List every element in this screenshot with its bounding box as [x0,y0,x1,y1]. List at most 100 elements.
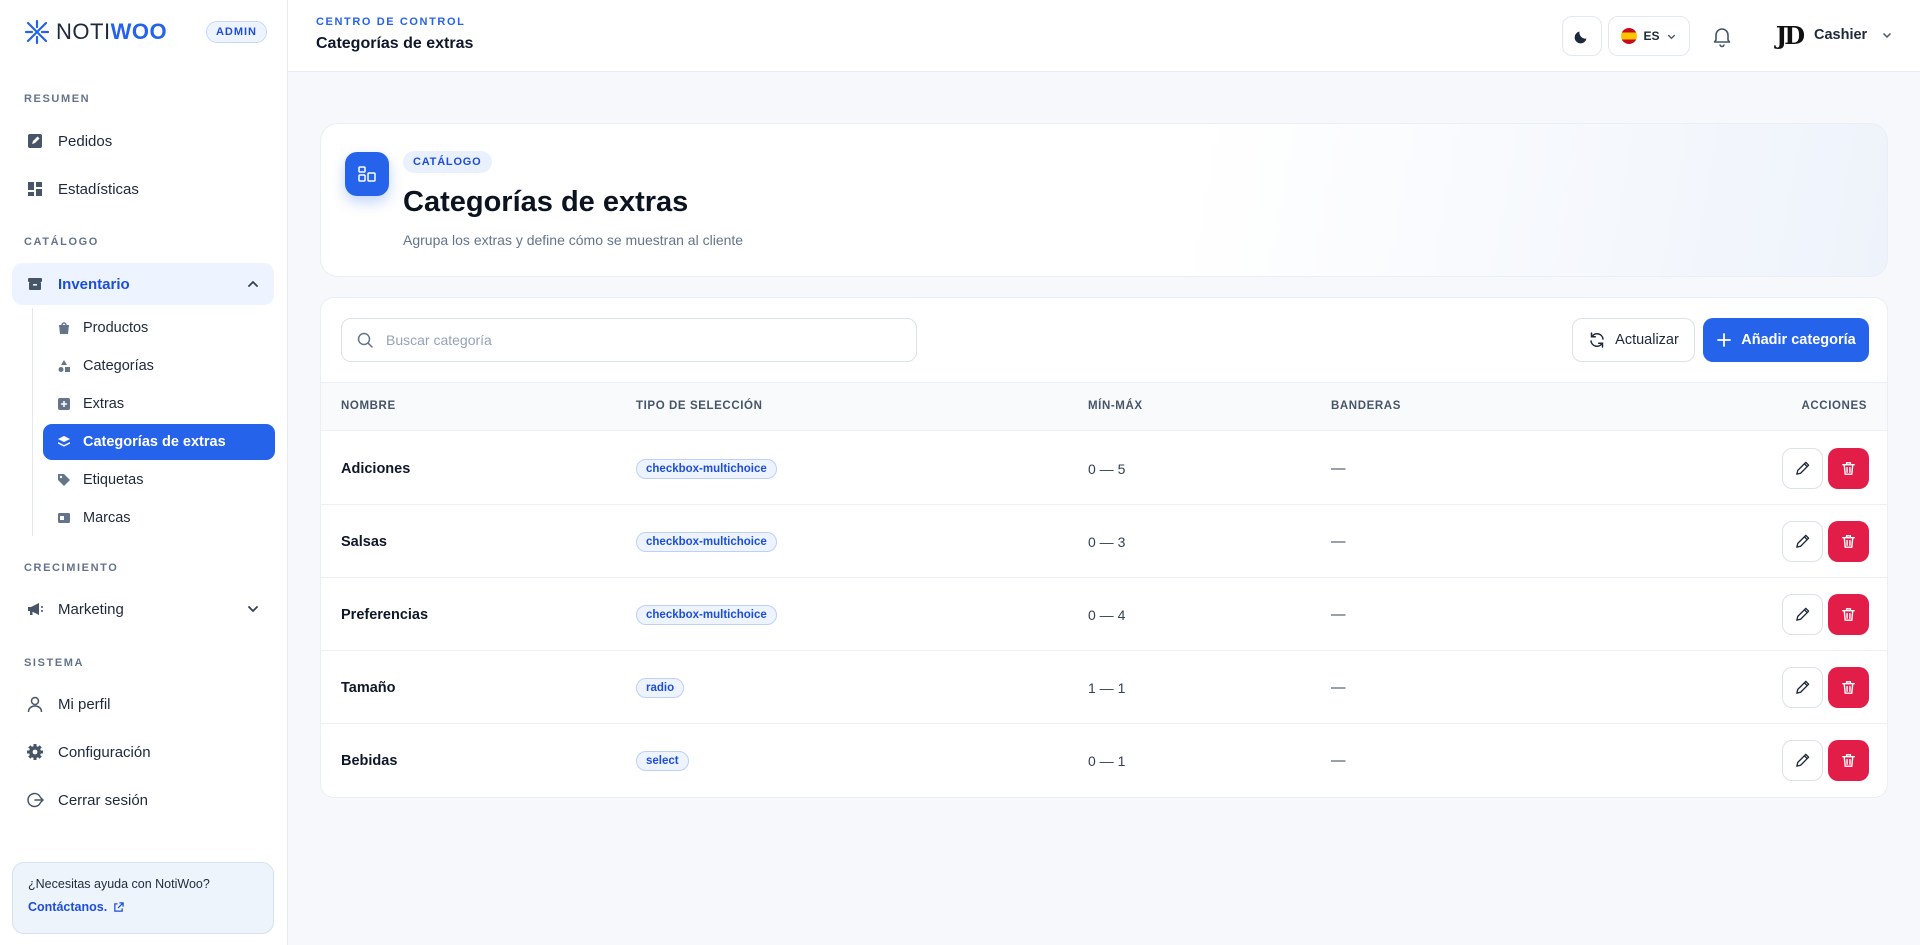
selection-type-chip: checkbox-multichoice [636,458,777,479]
table-row[interactable]: Tamaño radio 1 — 1 — [321,651,1887,724]
column-header-range[interactable]: MÍN-MÁX [1088,400,1143,412]
language-code: ES [1643,29,1660,43]
sidebar-item-label: Mi perfil [58,695,111,713]
tag-icon [58,474,70,486]
chevron-down-icon [1883,32,1892,39]
megaphone-icon [28,603,43,615]
sidebar-item-marketing[interactable]: Marketing [12,588,274,630]
row-flags: — [1331,460,1346,477]
dashboard-icon [28,182,42,196]
delete-button[interactable] [1828,521,1869,562]
bell-icon[interactable] [1710,24,1734,48]
selection-type-chip: checkbox-multichoice [636,604,777,625]
row-range: 1 — 1 [1088,679,1126,696]
delete-button[interactable] [1828,448,1869,489]
trash-icon [1842,462,1855,475]
search-placeholder: Buscar categoría [386,332,492,348]
sidebar-item-inventory[interactable]: Inventario [12,263,274,305]
trash-icon [1842,535,1855,548]
selection-type-chip: select [636,750,689,771]
sidebar-item-label: Marketing [58,600,124,618]
pencil-icon [1796,534,1810,548]
user-icon [27,696,43,713]
help-box: ¿Necesitas ayuda con NotiWoo? Contáctano… [12,862,274,934]
edit-button[interactable] [1782,594,1823,635]
spain-flag-icon [1621,28,1638,44]
sidebar-item-brands[interactable]: Marcas [43,500,275,536]
admin-badge: ADMIN [205,21,267,43]
breadcrumb-kicker: CENTRO DE CONTROL [316,16,466,28]
sidebar-item-label: Cerrar sesión [58,791,149,809]
row-range: 0 — 4 [1088,606,1126,623]
column-header-name[interactable]: NOMBRE [341,400,396,412]
pencil-icon [1796,461,1810,475]
page-subtitle: Agrupa los extras y define cómo se muest… [403,232,744,248]
delete-button[interactable] [1828,667,1869,708]
sidebar-item-logout[interactable]: Cerrar sesión [12,779,274,821]
table-row[interactable]: Preferencias checkbox-multichoice 0 — 4 … [321,578,1887,651]
delete-button[interactable] [1828,740,1869,781]
sidebar-item-label: Configuración [58,743,151,761]
brand-name: NOTIWOO [56,19,168,44]
sidebar-item-stats[interactable]: Estadísticas [12,168,274,210]
column-header-type[interactable]: TIPO DE SELECCIÓN [636,400,763,412]
edit-button[interactable] [1782,740,1823,781]
row-type: radio [636,651,685,724]
contact-link[interactable]: Contáctanos. [28,900,258,914]
edit-button[interactable] [1782,521,1823,562]
refresh-button[interactable]: Actualizar [1572,318,1695,362]
row-name: Tamaño [341,679,396,696]
row-type: select [636,724,689,797]
user-menu[interactable]: JD Cashier [1772,18,1893,52]
row-type: checkbox-multichoice [636,505,777,578]
topbar: CENTRO DE CONTROL Categorías de extras E… [288,0,1920,72]
layers-icon [58,436,70,447]
sidebar-item-extra-categories[interactable]: Categorías de extras [43,424,275,460]
row-flags: — [1331,533,1346,550]
table-row[interactable]: Salsas checkbox-multichoice 0 — 3 — [321,505,1887,578]
language-selector[interactable]: ES [1608,16,1690,56]
table-row[interactable]: Adiciones checkbox-multichoice 0 — 5 — [321,432,1887,505]
pencil-icon [1796,753,1810,767]
page-header-card: CATÁLOGO Categorías de extras Agrupa los… [320,123,1888,277]
trash-icon [1842,754,1855,767]
pencil-icon [1796,607,1810,621]
shapes-icon [58,360,70,372]
delete-button[interactable] [1828,594,1869,635]
logout-icon [27,792,44,808]
add-category-label: Añadir categoría [1741,332,1856,348]
add-category-button[interactable]: Añadir categoría [1703,318,1869,362]
plus-square-icon [58,398,70,410]
refresh-label: Actualizar [1615,332,1679,348]
nav-section-summary: RESUMEN [24,93,91,105]
row-name: Salsas [341,533,387,550]
clipboard-edit-icon [28,134,42,148]
sidebar-item-extras[interactable]: Extras [43,386,275,422]
sidebar-item-products[interactable]: Productos [43,310,275,346]
row-range: 0 — 3 [1088,533,1126,550]
sidebar-item-profile[interactable]: Mi perfil [12,683,274,725]
sidebar-item-label: Inventario [58,275,130,293]
table-row[interactable]: Bebidas select 0 — 1 — [321,724,1887,797]
row-name: Bebidas [341,752,398,769]
sidebar-item-label: Pedidos [58,132,113,150]
sidebar-item-label: Categorías de extras [83,434,226,450]
theme-toggle-button[interactable] [1562,16,1602,56]
search-input[interactable]: Buscar categoría [341,318,917,362]
column-header-actions: ACCIONES [1801,400,1867,412]
user-name: Cashier [1814,27,1868,43]
archive-box-icon [28,278,42,290]
edit-button[interactable] [1782,448,1823,489]
column-header-flags[interactable]: BANDERAS [1331,400,1401,412]
categories-table-card: Buscar categoría Actualizar Añadir categ… [320,297,1888,798]
sidebar-item-label: Productos [83,320,149,336]
brand-logo-link[interactable]: NOTIWOO [24,19,167,45]
sidebar-item-label: Etiquetas [83,472,144,488]
edit-button[interactable] [1782,667,1823,708]
sidebar-item-settings[interactable]: Configuración [12,731,274,773]
sidebar-item-orders[interactable]: Pedidos [12,120,274,162]
sidebar-item-labels[interactable]: Etiquetas [43,462,275,498]
sidebar-item-categories[interactable]: Categorías [43,348,275,384]
moon-icon [1574,31,1587,44]
row-flags: — [1331,752,1346,769]
